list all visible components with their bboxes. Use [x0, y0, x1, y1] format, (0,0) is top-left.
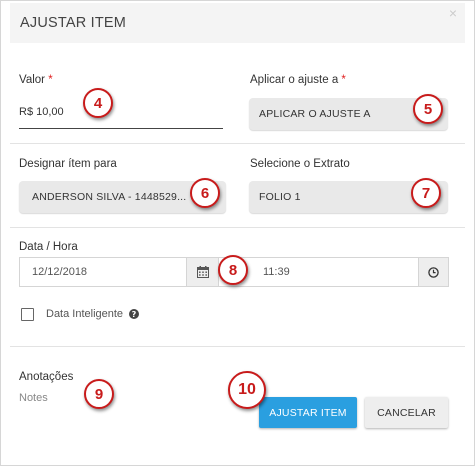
designar-select-value: ANDERSON SILVA - 1448529...	[32, 191, 187, 203]
cancel-button[interactable]: CANCELAR	[365, 397, 448, 428]
calendar-icon	[196, 266, 209, 278]
aplicar-label: Aplicar o ajuste a *	[250, 74, 346, 86]
valor-input-underline	[19, 128, 223, 129]
date-input[interactable]: 12/12/2018	[19, 257, 187, 287]
divider	[10, 227, 465, 228]
ajustar-item-button[interactable]: AJUSTAR ITEM	[259, 397, 357, 428]
annotation-badge: 5	[413, 94, 443, 124]
extrato-label: Selecione o Extrato	[250, 158, 350, 170]
time-input[interactable]: 11:39	[218, 257, 419, 287]
datahora-label: Data / Hora	[19, 241, 78, 253]
annotation-badge: 8	[218, 255, 248, 285]
valor-label: Valor *	[19, 74, 53, 86]
clock-icon	[428, 266, 439, 278]
divider	[10, 346, 465, 347]
modal-header: AJUSTAR ITEM ×	[10, 3, 465, 43]
close-icon[interactable]: ×	[449, 5, 457, 21]
designar-label: Designar ítem para	[19, 158, 117, 170]
annotation-badge: 6	[190, 178, 220, 208]
annotation-badge: 10	[228, 371, 266, 409]
annotation-badge: 7	[411, 178, 441, 208]
divider	[10, 143, 465, 144]
extrato-select-value: FOLIO 1	[259, 191, 301, 203]
data-inteligente-label: Data Inteligente	[46, 308, 124, 320]
valor-input[interactable]: R$ 10,00	[19, 106, 64, 118]
time-value: 11:39	[263, 266, 290, 278]
calendar-button[interactable]	[186, 257, 219, 287]
date-value: 12/12/2018	[32, 266, 88, 278]
modal-title: AJUSTAR ITEM	[20, 15, 127, 31]
annotation-badge: 4	[83, 88, 113, 118]
clock-button[interactable]	[418, 257, 449, 287]
anotacoes-label: Anotações	[19, 371, 74, 383]
annotation-badge: 9	[84, 379, 114, 409]
notes-input[interactable]: Notes	[19, 392, 48, 404]
aplicar-select-value: APLICAR O AJUSTE A	[259, 108, 371, 120]
data-inteligente-checkbox[interactable]	[21, 308, 34, 321]
help-icon[interactable]: ?	[129, 309, 139, 319]
